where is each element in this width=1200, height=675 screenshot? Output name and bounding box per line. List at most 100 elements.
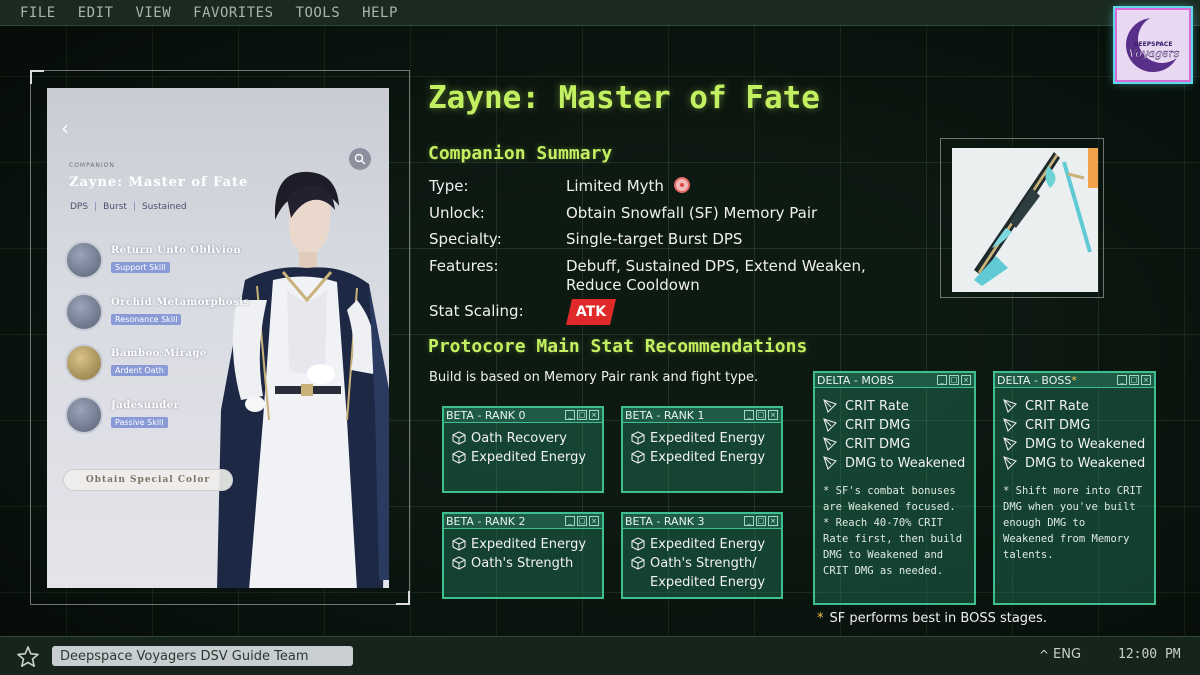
stat-text: Expedited Energy: [471, 450, 587, 465]
window-body: Oath Recovery Expedited Energy: [444, 423, 602, 467]
list-item: CRIT DMG: [823, 416, 966, 435]
close-icon[interactable]: ×: [1141, 375, 1151, 385]
minimize-icon[interactable]: _: [937, 375, 947, 385]
limited-myth-icon: [673, 177, 690, 193]
close-icon[interactable]: ×: [589, 516, 599, 526]
page-title: Zayne: Master of Fate: [428, 80, 820, 116]
window-delta-mobs: DELTA - MOBS _ □ × CRIT Rate CRIT DMG CR…: [813, 371, 976, 605]
window-beta-rank-2: BETA - RANK 2 _ □ × Expedited Energy Oat…: [442, 512, 604, 599]
list-item: Expedited Energy: [631, 429, 773, 448]
list-item: DMG to Weakened: [1003, 454, 1146, 473]
cube-icon: [452, 537, 466, 551]
type-value-text: Limited Myth: [566, 177, 664, 195]
features-line-1: Debuff, Sustained DPS, Extend Weaken,: [566, 257, 866, 275]
triangle-icon: [823, 399, 837, 413]
close-icon[interactable]: ×: [961, 375, 971, 385]
stat-text: DMG to Weakened: [1025, 456, 1146, 471]
maximize-icon[interactable]: □: [577, 410, 587, 420]
taskbar: Deepspace Voyagers DSV Guide Team ^ ENG …: [0, 636, 1200, 675]
close-icon[interactable]: ×: [768, 410, 778, 420]
window-body: Expedited Energy Oath's Strength: [444, 529, 602, 573]
stat-text: Oath's Strength/Expedited Energy: [650, 554, 765, 592]
taskbar-app-button[interactable]: Deepspace Voyagers DSV Guide Team: [52, 646, 353, 666]
menu-help[interactable]: HELP: [362, 5, 398, 21]
cube-icon: [452, 450, 466, 464]
maximize-icon[interactable]: □: [577, 516, 587, 526]
skill-icon: [65, 396, 103, 434]
window-titlebar: BETA - RANK 2 _ □ ×: [444, 514, 602, 529]
triangle-icon: [1003, 437, 1017, 451]
stat-text-line: Oath's Strength/: [650, 556, 757, 571]
window-body: Expedited Energy Oath's Strength/Expedit…: [623, 529, 781, 592]
star-icon[interactable]: [16, 645, 40, 669]
minimize-icon[interactable]: _: [565, 410, 575, 420]
triangle-icon: [1003, 399, 1017, 413]
role-tags: DPS | Burst | Sustained: [70, 202, 187, 212]
clock: 12:00 PM: [1118, 647, 1181, 662]
window-beta-rank-1: BETA - RANK 1 _ □ × Expedited Energy Exp…: [621, 406, 783, 493]
triangle-icon: [1003, 418, 1017, 432]
maximize-icon[interactable]: □: [949, 375, 959, 385]
stat-text: Oath's Strength: [471, 556, 574, 571]
frame-corner: [396, 591, 410, 605]
window-titlebar: BETA - RANK 1 _ □ ×: [623, 408, 781, 423]
skill-jadesunder[interactable]: Jadesunder Passive Skill: [65, 396, 265, 438]
triangle-icon: [823, 456, 837, 470]
specialty-value: Single-target Burst DPS: [566, 230, 743, 248]
window-delta-boss: DELTA - BOSS* _ □ × CRIT Rate CRIT DMG D…: [993, 371, 1156, 605]
list-item: CRIT DMG: [1003, 416, 1146, 435]
window-body: Expedited Energy Expedited Energy: [623, 423, 781, 467]
window-controls: _ □ ×: [937, 375, 971, 385]
minimize-icon[interactable]: _: [1117, 375, 1127, 385]
menu-favorites[interactable]: FAVORITES: [193, 5, 273, 21]
maximize-icon[interactable]: □: [1129, 375, 1139, 385]
note-line: Weakened from Memory: [1003, 533, 1130, 545]
stat-text: DMG to Weakened: [845, 456, 966, 471]
note-line: * Shift more into CRIT: [1003, 485, 1143, 497]
window-titlebar: DELTA - MOBS _ □ ×: [815, 373, 974, 388]
unlock-label: Unlock:: [429, 204, 485, 222]
minimize-icon[interactable]: _: [565, 516, 575, 526]
asterisk-mark: *: [817, 611, 824, 626]
window-beta-rank-3: BETA - RANK 3 _ □ × Expedited Energy Oat…: [621, 512, 783, 599]
menu-edit[interactable]: EDIT: [78, 5, 114, 21]
minimize-icon[interactable]: _: [744, 516, 754, 526]
list-item: Expedited Energy: [631, 535, 773, 554]
window-titlebar: DELTA - BOSS* _ □ ×: [995, 373, 1154, 388]
cube-icon: [452, 556, 466, 570]
skill-tag: Resonance Skill: [111, 314, 182, 325]
stat-text: CRIT DMG: [845, 437, 911, 452]
note-line: * SF's combat bonuses: [823, 485, 956, 497]
cube-icon: [631, 556, 645, 570]
maximize-icon[interactable]: □: [756, 410, 766, 420]
weapon-illustration: [974, 148, 1098, 286]
skill-return-unto-oblivion[interactable]: Return Unto Oblivion Support Skill: [65, 241, 265, 283]
maximize-icon[interactable]: □: [756, 516, 766, 526]
skill-bamboo-mirage[interactable]: Bamboo Mirage Ardent Oath: [65, 344, 265, 386]
menu-tools[interactable]: TOOLS: [296, 5, 341, 21]
skill-tag: Ardent Oath: [111, 365, 168, 376]
asterisk-mark: *: [1071, 373, 1077, 387]
stat-text: Oath Recovery: [471, 431, 567, 446]
skill-name: Orchid Metamorphosis: [111, 297, 250, 308]
note-line: * Reach 40-70% CRIT: [823, 517, 944, 529]
back-icon[interactable]: ‹: [61, 116, 69, 140]
skill-tag: Support Skill: [111, 262, 170, 273]
window-controls: _ □ ×: [744, 410, 778, 420]
minimize-icon[interactable]: _: [744, 410, 754, 420]
skill-orchid-metamorphosis[interactable]: Orchid Metamorphosis Resonance Skill: [65, 293, 265, 335]
role-sustained: Sustained: [141, 202, 187, 212]
menu-view[interactable]: VIEW: [135, 5, 171, 21]
close-icon[interactable]: ×: [589, 410, 599, 420]
menu-file[interactable]: FILE: [20, 5, 56, 21]
cube-icon: [631, 431, 645, 445]
close-icon[interactable]: ×: [768, 516, 778, 526]
obtain-special-color-button[interactable]: Obtain Special Color: [63, 469, 233, 491]
role-burst: Burst: [103, 202, 127, 212]
skill-name: Return Unto Oblivion: [111, 245, 242, 256]
boss-note: * Shift more into CRIT DMG when you've b…: [1003, 483, 1146, 563]
language-indicator[interactable]: ENG: [1053, 647, 1081, 662]
list-item: CRIT Rate: [1003, 397, 1146, 416]
role-dps: DPS: [70, 202, 89, 212]
tray-chevron-up-icon[interactable]: ^: [1039, 648, 1049, 662]
